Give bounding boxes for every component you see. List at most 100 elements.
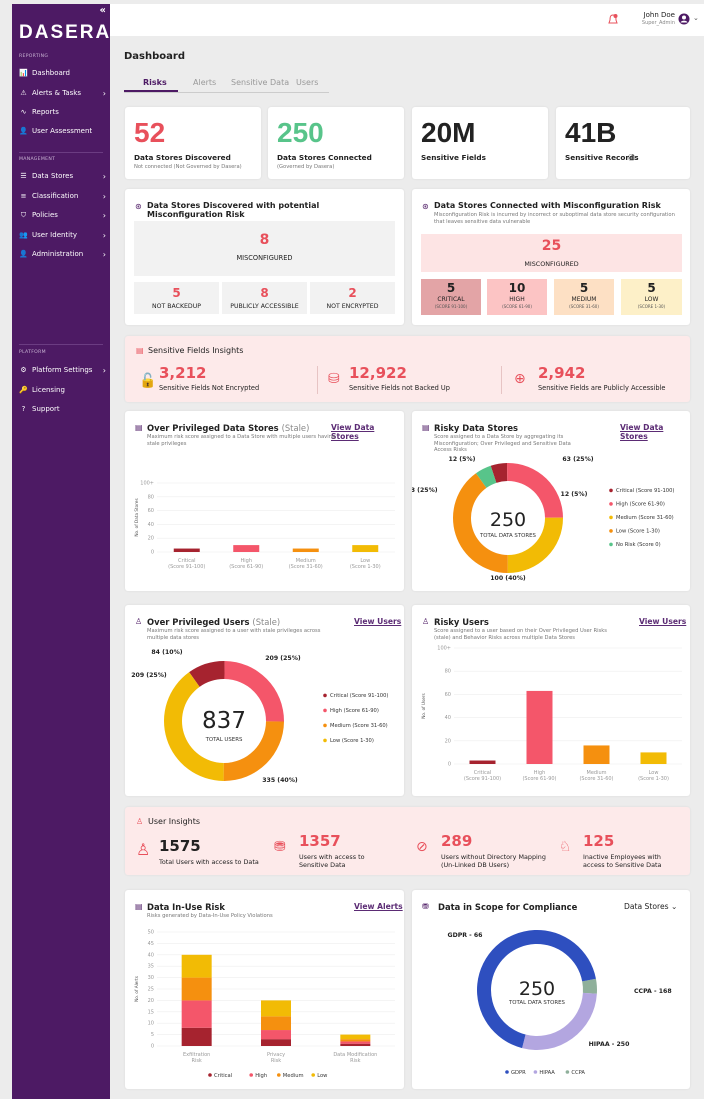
bar [640, 752, 667, 764]
data-label: 100 (40%) [490, 575, 526, 582]
not-encrypted-box[interactable]: 2 NOT ENCRYPTED [310, 282, 395, 314]
stat-card-discovered[interactable]: 52 Data Stores Discovered Not connected … [125, 107, 261, 179]
insight-label: Inactive Employees with access to Sensit… [583, 853, 662, 869]
bar [352, 545, 379, 552]
insight-value[interactable]: 3,212 [159, 364, 206, 382]
sidebar-item-data-stores[interactable]: ☰ Data Stores › [19, 169, 106, 183]
y-tick-label: 50 [148, 930, 154, 936]
sidebar-item-alerts[interactable]: ⚠ Alerts & Tasks › [19, 86, 106, 100]
x-tick-label: Risk [191, 1058, 201, 1064]
critical-box[interactable]: 5 CRITICAL (SCORE 91-100) [421, 279, 481, 315]
metric-value: 5 [446, 281, 456, 295]
sidebar-item-classification[interactable]: ≡ Classification › [19, 189, 106, 203]
legend-marker [505, 1070, 509, 1074]
sidebar-item-label: Licensing [32, 386, 65, 394]
card-title: Data In-Use Risk [147, 902, 225, 912]
publicly-accessible-box[interactable]: 8 PUBLICLY ACCESSIBLE [222, 282, 307, 314]
risky-users-card: ♙ Risky Users View Users Score assigned … [412, 605, 690, 796]
data-label: CCPA - 168 [634, 988, 672, 995]
view-users-link[interactable]: View Users [639, 617, 686, 626]
misconfig-discovered-card: ⊛ Data Stores Discovered with potential … [125, 189, 404, 325]
database-icon: ▤ [136, 346, 144, 355]
bar-segment [261, 1030, 291, 1040]
insight-value[interactable]: 1357 [299, 832, 341, 850]
legend-marker [208, 1073, 212, 1077]
legend-label: Medium (Score 31-60) [330, 723, 388, 729]
misconfigured-box[interactable]: 8 MISCONFIGURED [134, 221, 395, 276]
stat-card-connected[interactable]: 250 Data Stores Connected (Governed by D… [268, 107, 404, 179]
bar-segment [340, 1043, 371, 1046]
sidebar-item-label: Platform Settings [32, 366, 93, 374]
bar-segment [181, 954, 212, 978]
misconfig-connected-card: ⊛ Data Stores Connected with Misconfigur… [412, 189, 690, 325]
legend-label: High (Score 61-90) [616, 502, 665, 508]
user-unlinked-icon: ⊘ [416, 839, 428, 855]
legend-marker [277, 1073, 281, 1077]
center-label: TOTAL USERS [205, 737, 243, 743]
risky-users-bar-chart: 100+806040200No. of UsersCritical(Score … [421, 646, 682, 782]
sidebar-item-policies[interactable]: ⛉ Policies › [19, 208, 106, 222]
y-tick-label: 30 [148, 975, 154, 981]
legend-marker [533, 1070, 538, 1074]
collapse-icon[interactable]: « [100, 5, 106, 16]
insight-value[interactable]: 2,942 [538, 364, 585, 382]
sidebar-item-user-identity[interactable]: 👥 User Identity › [19, 228, 106, 242]
y-axis-label: No. of Data Stores [134, 498, 139, 536]
stat-card-sensitive-fields[interactable]: 20M Sensitive Fields [412, 107, 548, 179]
insight-value[interactable]: 289 [441, 832, 472, 850]
tab-alerts[interactable]: Alerts [193, 78, 216, 87]
x-tick-label: (Score 61-90) [229, 564, 263, 570]
y-tick-label: 100+ [140, 481, 154, 487]
medium-box[interactable]: 5 MEDIUM (SCORE 31-60) [554, 279, 614, 315]
tab-users[interactable]: Users [296, 78, 318, 87]
metric-score: (SCORE 31-60) [569, 304, 599, 309]
insight-value[interactable]: 125 [583, 832, 614, 850]
sidebar-item-reports[interactable]: ∿ Reports [19, 105, 106, 119]
bar-segment [181, 1000, 212, 1028]
card-subtitle: Risks generated by Data-In-Use Policy Vi… [147, 913, 273, 919]
insight-label: Sensitive Fields are Publicly Accessible [538, 384, 666, 392]
misconfigured-label: MISCONFIGURED [236, 254, 293, 262]
low-box[interactable]: 5 LOW (SCORE 1-30) [621, 279, 682, 315]
y-tick-label: 40 [148, 952, 154, 958]
notification-bell-icon[interactable] [608, 14, 618, 26]
sidebar-item-label: Dashboard [32, 69, 70, 77]
metric-score: (SCORE 91-100) [434, 304, 468, 309]
info-icon[interactable]: ⓘ [628, 153, 635, 163]
sidebar-item-dashboard[interactable]: 📊 Dashboard [19, 66, 106, 80]
metric-value: 10 [508, 281, 526, 295]
insight-value[interactable]: 1575 [159, 837, 201, 855]
card-title: Risky Users [434, 617, 489, 627]
logo: DASERA [19, 22, 112, 43]
sidebar-item-licensing[interactable]: 🔑 Licensing [19, 383, 106, 397]
over-privileged-stores-card: ▤ Over Privileged Data Stores (Stale) Vi… [125, 411, 404, 591]
sidebar-item-label: User Assessment [32, 127, 93, 135]
avatar-icon[interactable] [678, 13, 690, 25]
high-box[interactable]: 10 HIGH (SCORE 61-90) [487, 279, 547, 315]
sidebar-item-user-assessment[interactable]: 👤 User Assessment [19, 124, 106, 138]
tab-risks[interactable]: Risks [143, 78, 167, 87]
y-tick-label: 40 [445, 715, 451, 721]
sidebar-item-support[interactable]: ? Support [19, 402, 106, 416]
not-backedup-box[interactable]: 5 NOT BACKEDUP [134, 282, 219, 314]
stat-card-sensitive-records[interactable]: 41B Sensitive Records ⓘ [556, 107, 690, 179]
search-database-icon: ⊛ [422, 202, 429, 211]
sidebar: DASERA « REPORTING 📊 Dashboard ⚠ Alerts & … [12, 4, 110, 1099]
legend-label: High [255, 1073, 267, 1079]
chevron-down-icon[interactable]: ⌄ [693, 14, 699, 22]
view-alerts-link[interactable]: View Alerts [354, 902, 403, 911]
user-name[interactable]: John Doe [635, 11, 675, 19]
stat-label: Data Stores Connected [277, 153, 372, 162]
insight-value[interactable]: 12,922 [349, 364, 407, 382]
misconfigured-box[interactable]: 25 MISCONFIGURED [421, 234, 682, 272]
sidebar-item-platform-settings[interactable]: ⚙ Platform Settings › [19, 363, 106, 377]
tab-sensitive-data[interactable]: Sensitive Data [231, 78, 289, 87]
sidebar-item-label: Alerts & Tasks [32, 89, 81, 97]
view-data-stores-link[interactable]: View Data Stores [331, 423, 404, 441]
database-icon: ≡ [20, 192, 27, 200]
sidebar-item-administration[interactable]: 👤 Administration › [19, 247, 106, 261]
y-tick-label: 40 [148, 522, 154, 528]
section-reporting: REPORTING [19, 54, 49, 59]
donut-slice [582, 978, 597, 994]
shield-icon: ⛉ [20, 210, 27, 219]
